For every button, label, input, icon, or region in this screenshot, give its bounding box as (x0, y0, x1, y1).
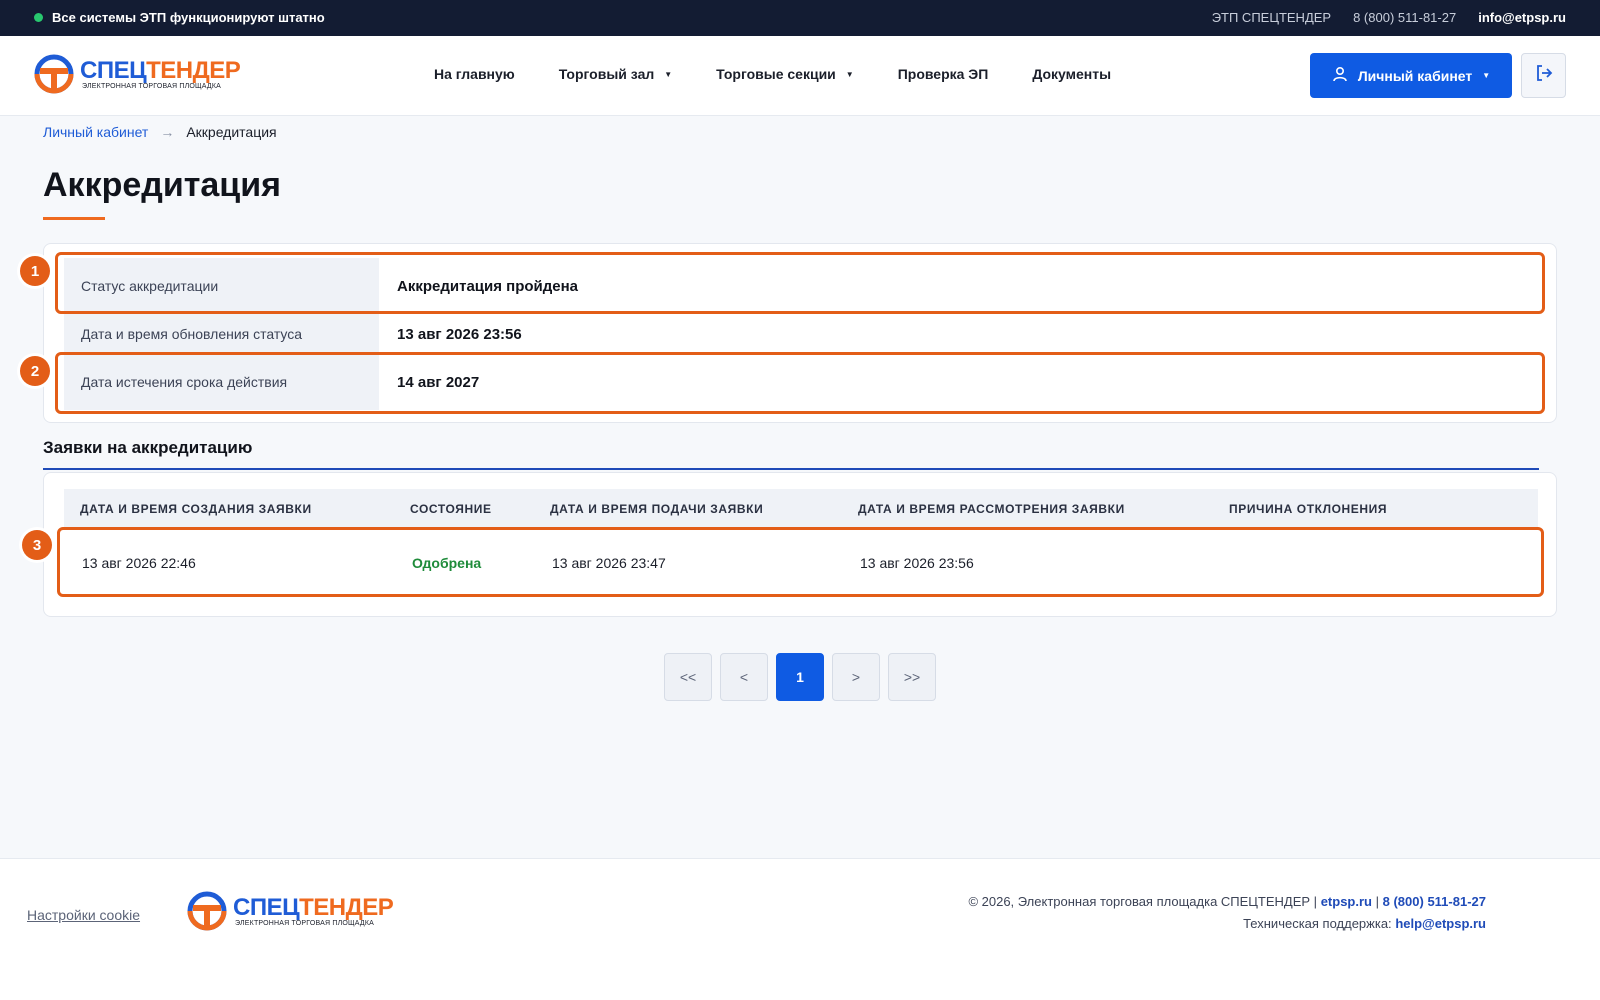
cookie-settings-link[interactable]: Настройки cookie (27, 907, 140, 923)
logo-text-part1: СПЕЦ (233, 893, 300, 921)
pagination: << < 1 > >> (664, 653, 936, 701)
logo-mark-icon (34, 54, 74, 94)
main-header: СПЕЦТЕНДЕР ЭЛЕКТРОННАЯ ТОРГОВАЯ ПЛОЩАДКА… (0, 36, 1600, 116)
site-logo[interactable]: СПЕЦТЕНДЕР ЭЛЕКТРОННАЯ ТОРГОВАЯ ПЛОЩАДКА (34, 54, 241, 94)
logo-text-part2: ТЕНДЕР (146, 56, 241, 84)
page-last-button[interactable]: >> (888, 653, 936, 701)
nav-trading-sections-label: Торговые секции (716, 66, 836, 82)
logo-subtitle: ЭЛЕКТРОННАЯ ТОРГОВАЯ ПЛОЩАДКА (235, 919, 374, 927)
nav-documents-label: Документы (1032, 66, 1112, 82)
page-title: Аккредитация (43, 166, 281, 204)
page-number-button[interactable]: 1 (776, 653, 824, 701)
highlight-box-1 (55, 252, 1545, 314)
page-first-button[interactable]: << (664, 653, 712, 701)
user-icon (1332, 66, 1348, 85)
page-prev-button[interactable]: < (720, 653, 768, 701)
column-header: ДАТА И ВРЕМЯ РАССМОТРЕНИЯ ЗАЯВКИ (858, 502, 1125, 516)
column-header: ДАТА И ВРЕМЯ ПОДАЧИ ЗАЯВКИ (550, 502, 764, 516)
main-nav: На главную Торговый зал ▼ Торговые секции… (434, 66, 1155, 82)
highlight-box-3 (57, 527, 1544, 597)
nav-trading-sections[interactable]: Торговые секции ▼ (716, 66, 854, 82)
breadcrumb: Личный кабинет → Аккредитация (43, 124, 277, 140)
footer-divider: | (1375, 894, 1380, 909)
top-phone-link[interactable]: 8 (800) 511-81-27 (1353, 10, 1456, 25)
column-header: СОСТОЯНИЕ (410, 502, 492, 516)
column-header: ДАТА И ВРЕМЯ СОЗДАНИЯ ЗАЯВКИ (80, 502, 312, 516)
top-email-link[interactable]: info@etpsp.ru (1478, 10, 1566, 25)
logo-text-part1: СПЕЦ (80, 56, 147, 84)
system-status-text: Все системы ЭТП функционируют штатно (52, 10, 325, 25)
footer-site-link[interactable]: etpsp.ru (1321, 894, 1372, 909)
caret-down-icon: ▼ (845, 69, 854, 79)
footer-copyright: © 2026, Электронная торговая площадка СП… (968, 894, 1318, 909)
page-next-button[interactable]: > (832, 653, 880, 701)
footer-support-email[interactable]: help@etpsp.ru (1395, 916, 1486, 931)
logout-button[interactable] (1521, 53, 1566, 98)
nav-home-label: На главную (434, 66, 515, 82)
logo-subtitle: ЭЛЕКТРОННАЯ ТОРГОВАЯ ПЛОЩАДКА (82, 82, 221, 90)
footer-contacts: © 2026, Электронная торговая площадка СП… (968, 891, 1486, 935)
nav-trading-hall-label: Торговый зал (558, 66, 655, 82)
nav-check-ep[interactable]: Проверка ЭП (898, 66, 989, 82)
highlight-box-2 (55, 352, 1545, 414)
nav-home[interactable]: На главную (434, 66, 515, 82)
annotation-badge-1: 1 (20, 256, 50, 286)
caret-down-icon: ▼ (664, 69, 673, 79)
nav-trading-hall[interactable]: Торговый зал ▼ (559, 66, 672, 82)
logo-text-part2: ТЕНДЕР (299, 893, 394, 921)
nav-documents[interactable]: Документы (1032, 66, 1111, 82)
breadcrumb-arrow-icon: → (160, 124, 175, 140)
info-label: Дата и время обновления статуса (64, 314, 379, 354)
system-status: Все системы ЭТП функционируют штатно (34, 10, 325, 25)
footer-phone-link[interactable]: 8 (800) 511-81-27 (1383, 894, 1486, 909)
applications-section-title: Заявки на аккредитацию (43, 438, 253, 457)
annotation-badge-2: 2 (20, 356, 50, 386)
top-status-bar: Все системы ЭТП функционируют штатно ЭТП… (0, 0, 1600, 36)
nav-check-ep-label: Проверка ЭП (897, 66, 989, 82)
breadcrumb-link-cabinet[interactable]: Личный кабинет (43, 124, 148, 140)
platform-name: ЭТП СПЕЦТЕНДЕР (1211, 10, 1332, 25)
personal-cabinet-label: Личный кабинет (1357, 67, 1473, 84)
footer-logo[interactable]: СПЕЦТЕНДЕР ЭЛЕКТРОННАЯ ТОРГОВАЯ ПЛОЩАДКА (187, 891, 394, 931)
annotation-badge-3: 3 (22, 530, 52, 560)
footer: Настройки cookie СПЕЦТЕНДЕР ЭЛЕКТРОННАЯ … (0, 858, 1600, 1000)
logout-icon (1534, 63, 1554, 88)
personal-cabinet-button[interactable]: Личный кабинет ▼ (1310, 53, 1512, 98)
column-header: ПРИЧИНА ОТКЛОНЕНИЯ (1229, 502, 1388, 516)
logo-mark-icon (187, 891, 227, 931)
footer-support-label: Техническая поддержка: (1243, 916, 1392, 931)
caret-down-icon: ▼ (1482, 71, 1491, 80)
table-header: ДАТА И ВРЕМЯ СОЗДАНИЯ ЗАЯВКИ СОСТОЯНИЕ Д… (64, 489, 1538, 529)
breadcrumb-current: Аккредитация (186, 124, 277, 140)
info-row-updated: Дата и время обновления статуса 13 авг 2… (64, 314, 1538, 354)
status-dot-icon (34, 13, 43, 22)
title-underline (43, 217, 105, 220)
section-divider (43, 468, 1539, 470)
info-value: 13 авг 2026 23:56 (397, 325, 522, 343)
